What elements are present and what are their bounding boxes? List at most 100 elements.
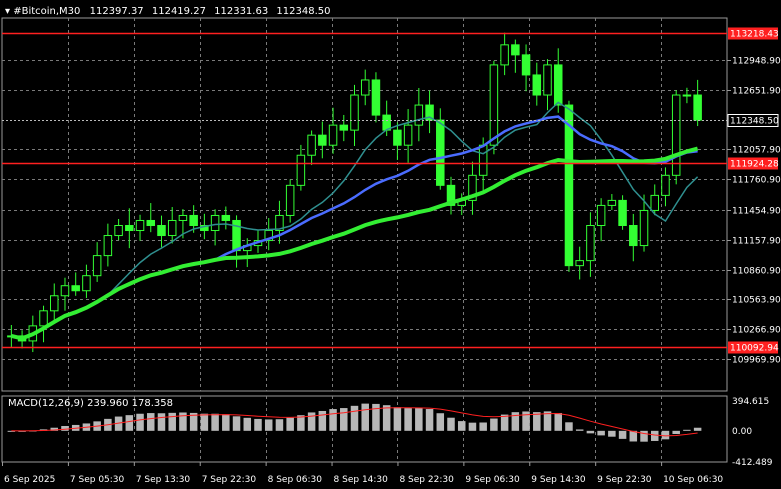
candle-body <box>167 219 177 237</box>
candle-body <box>489 64 499 146</box>
macd-histogram-bar <box>340 408 348 431</box>
price-tick-label: 110563.90 <box>732 296 781 306</box>
candle-body <box>553 64 563 106</box>
candle-body <box>296 154 306 186</box>
candle-body <box>339 124 349 131</box>
macd-histogram-bar <box>393 407 402 431</box>
candle-body <box>146 219 156 226</box>
candle-body <box>682 94 692 97</box>
candle-body <box>157 224 166 237</box>
candle-body <box>371 79 381 116</box>
header-symbol: #Bitcoin,M30 <box>13 6 80 17</box>
price-tick-label: 111454.90 <box>732 207 781 217</box>
candle-body <box>350 94 359 131</box>
macd-histogram-bar <box>361 403 369 431</box>
macd-title: MACD(12,26,9) 239.960 178.358 <box>8 398 173 409</box>
price-tick-label: 112948.90 <box>732 57 781 67</box>
macd-histogram-bar <box>136 413 144 431</box>
candle-body <box>360 79 370 96</box>
time-tick-label: 7 Sep 13:30 <box>136 475 191 485</box>
price-tick-label: 110266.90 <box>732 326 781 336</box>
candle-body <box>575 260 584 267</box>
candle-body <box>500 44 509 66</box>
candle-body <box>393 129 402 146</box>
candle-body <box>307 134 316 156</box>
candle-body <box>403 124 413 146</box>
candle-body <box>71 285 80 292</box>
candle-body <box>693 94 702 121</box>
candle-body <box>210 214 220 232</box>
macd-histogram-bar <box>264 419 273 431</box>
time-tick-label: 7 Sep 05:30 <box>70 475 125 485</box>
candle-body <box>125 224 134 232</box>
macd-histogram-bar <box>479 422 487 431</box>
candle-body <box>543 64 552 96</box>
macd-histogram-bar <box>211 413 219 431</box>
candle-body <box>532 74 542 96</box>
price-chart[interactable]: 113218.43 111924.28 110092.94 112348.50 6 S… <box>0 0 781 489</box>
candle-body <box>596 204 606 226</box>
price-tick-label: 112651.90 <box>732 87 781 97</box>
macd-histogram-bar <box>307 412 316 431</box>
time-tick-label: 9 Sep 22:30 <box>597 475 652 485</box>
macd-histogram-bar <box>125 415 134 431</box>
candle-body <box>221 214 231 221</box>
macd-histogram-bar <box>318 410 327 431</box>
macd-histogram-bar <box>200 413 209 431</box>
candle-body <box>135 219 145 232</box>
candle-body <box>564 104 574 267</box>
candle-body <box>618 199 627 226</box>
price-tick-label: 110860.90 <box>732 267 781 277</box>
macd-histogram-bar <box>286 417 294 431</box>
time-tick-label: 6 Sep 2025 <box>4 475 55 485</box>
macd-histogram-bar <box>618 430 627 439</box>
macd-tick-label: 394.615 <box>732 397 769 407</box>
macd-histogram-bar <box>329 409 337 431</box>
macd-histogram-bar <box>683 429 691 431</box>
macd-tick-label: -412.489 <box>732 458 773 468</box>
level-tag-label: 113218.43 <box>730 30 779 40</box>
price-tick-label: 111157.90 <box>732 237 781 247</box>
macd-histogram-bar <box>350 405 359 431</box>
candle-body <box>82 275 91 292</box>
macd-histogram-bar <box>500 414 509 431</box>
level-tag-label: 110092.94 <box>730 344 779 354</box>
current-price-label: 112348.50 <box>730 117 779 127</box>
macd-histogram-bar <box>275 419 284 431</box>
time-tick-label: 7 Sep 22:30 <box>202 475 257 485</box>
macd-histogram-bar <box>533 412 541 431</box>
candle-body <box>92 255 102 277</box>
price-tick-label: 109969.90 <box>732 356 781 366</box>
macd-histogram-bar <box>608 430 616 437</box>
macd-histogram-bar <box>232 416 241 431</box>
header-open: 112397.37 <box>90 6 144 17</box>
macd-histogram-bar <box>61 425 69 431</box>
header-arrow-icon: ▾ <box>5 6 13 17</box>
header-text: ▾ #Bitcoin,M30 112397.37 112419.27 11233… <box>5 6 330 17</box>
macd-histogram-bar <box>254 418 262 431</box>
header-close: 112348.50 <box>276 6 330 17</box>
macd-tick-label: 0.00 <box>732 427 752 437</box>
candle-body <box>328 124 338 146</box>
macd-histogram-bar <box>415 408 423 431</box>
macd-histogram-bar <box>382 405 391 431</box>
candle-body <box>60 285 70 297</box>
candle-body <box>114 224 123 237</box>
header-low: 112331.63 <box>214 6 268 17</box>
candle-body <box>318 134 327 146</box>
level-tag-label: 111924.28 <box>730 160 779 170</box>
macd-histogram-bar <box>490 418 498 431</box>
candle-body <box>629 224 638 247</box>
macd-histogram-bar <box>147 413 155 431</box>
time-tick-label: 8 Sep 14:30 <box>334 475 389 485</box>
macd-histogram-bar <box>565 422 573 431</box>
time-tick-label: 9 Sep 14:30 <box>531 475 586 485</box>
macd-histogram-bar <box>425 409 434 431</box>
time-tick-label: 8 Sep 22:30 <box>399 475 454 485</box>
macd-histogram-bar <box>554 412 562 431</box>
macd-histogram-bar <box>157 413 166 431</box>
candle-body <box>50 295 59 312</box>
macd-histogram-bar <box>168 412 176 431</box>
candle-body <box>478 144 488 176</box>
price-tick-label: 112057.90 <box>732 146 781 156</box>
